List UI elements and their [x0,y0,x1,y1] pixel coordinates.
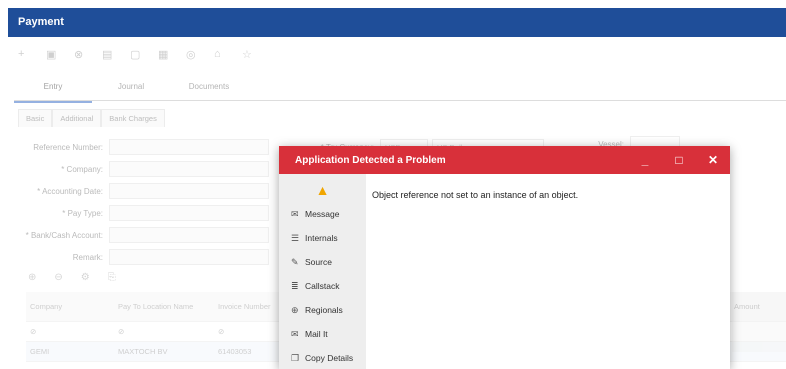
toolbar: + ▣ ⊗ ▤ ▢ ▦ ◎ ⌂ ☆ [18,48,270,61]
report-icon[interactable]: ▦ [158,48,186,61]
company-field[interactable] [109,161,269,177]
pay-type-label: * Pay Type: [62,208,103,218]
filter-icon[interactable]: ⊘ [26,327,114,336]
sidebar-item-label: Source [305,257,332,267]
settings-icon[interactable]: ⚙ [81,272,90,283]
payment-form: Reference Number: * Company: * Accountin… [14,136,269,268]
cancel-icon[interactable]: ⊗ [74,48,102,61]
window-title-bar: Payment [8,8,786,37]
grid-header-company[interactable]: Company [26,302,114,311]
sidebar-item-regionals[interactable]: ⊕ Regionals [279,298,366,322]
sidebar-item-callstack[interactable]: ≣ Callstack [279,274,366,298]
remark-field[interactable] [109,249,269,265]
envelope-icon: ✉ [291,208,299,219]
dialog-title-bar: Application Detected a Problem _ □ ✕ [279,146,730,174]
reference-number-field[interactable] [109,139,269,155]
pay-type-field[interactable] [109,205,269,221]
bank-cash-account-field[interactable] [109,227,269,243]
sidebar-item-label: Copy Details [305,353,354,363]
sub-tabs: Basic Additional Bank Charges [18,109,165,127]
subtab-basic[interactable]: Basic [18,109,53,127]
minimize-button[interactable]: _ [638,153,652,167]
error-dialog: Application Detected a Problem _ □ ✕ ▲ ✉… [279,146,730,369]
remark-label: Remark: [72,252,103,262]
save-icon[interactable]: ▣ [46,48,74,61]
subtab-additional[interactable]: Additional [52,109,102,127]
dialog-title: Application Detected a Problem [295,154,446,166]
home-icon[interactable]: ⌂ [214,48,242,61]
sidebar-item-label: Internals [305,233,338,243]
subtab-bank-charges[interactable]: Bank Charges [101,109,165,127]
grid-toolbar: ⊕ ⊖ ⚙ ⎘ [28,272,116,283]
filter-icon[interactable]: ⊘ [114,327,214,336]
bank-cash-account-label: * Bank/Cash Account: [25,230,103,240]
view-icon[interactable]: ◎ [186,48,214,61]
maximize-button[interactable]: □ [672,153,686,167]
grid-header-pay-to-location[interactable]: Pay To Location Name [114,302,214,311]
star-icon[interactable]: ☆ [242,48,270,61]
reference-number-label: Reference Number: [33,142,103,152]
sidebar-item-internals[interactable]: ☰ Internals [279,226,366,250]
remove-row-icon[interactable]: ⊖ [54,272,62,283]
dialog-sidebar: ▲ ✉ Message ☰ Internals ✎ Source ≣ Callstack… [279,174,366,369]
delete-icon[interactable]: ▤ [102,48,130,61]
warning-icon: ▲ [315,182,330,198]
grid-cell-company: GEMI [30,347,50,356]
accounting-date-label: * Accounting Date: [37,186,103,196]
sidebar-item-label: Regionals [305,305,343,315]
sidebar-item-label: Mail It [305,329,328,339]
error-message: Object reference not set to an instance … [372,190,579,200]
plus-icon[interactable]: + [18,48,46,61]
sidebar-item-source[interactable]: ✎ Source [279,250,366,274]
company-label: * Company: [61,164,103,174]
mail-icon: ✉ [291,328,299,339]
sidebar-item-label: Callstack [305,281,340,291]
callstack-icon: ≣ [291,280,299,291]
sidebar-item-mail-it[interactable]: ✉ Mail It [279,322,366,346]
tab-divider [14,100,786,101]
accounting-date-field[interactable] [109,183,269,199]
sidebar-item-copy-details[interactable]: ❐ Copy Details [279,346,366,369]
sidebar-item-message[interactable]: ✉ Message [279,202,366,226]
pin-icon: ✎ [291,256,299,267]
grid-cell-pay-to-location: MAXTOCH BV [118,347,168,356]
grid-header-amount[interactable]: Amount [732,292,786,352]
sidebar-item-label: Message [305,209,340,219]
window-title: Payment [18,16,64,28]
internals-icon: ☰ [291,232,300,243]
close-button[interactable]: ✕ [706,153,720,167]
export-icon[interactable]: ⎘ [108,272,116,283]
globe-icon: ⊕ [291,304,299,315]
copy-icon[interactable]: ▢ [130,48,158,61]
dialog-window-controls: _ □ ✕ [638,146,720,174]
copy-icon: ❐ [291,352,300,363]
add-row-icon[interactable]: ⊕ [28,272,36,283]
